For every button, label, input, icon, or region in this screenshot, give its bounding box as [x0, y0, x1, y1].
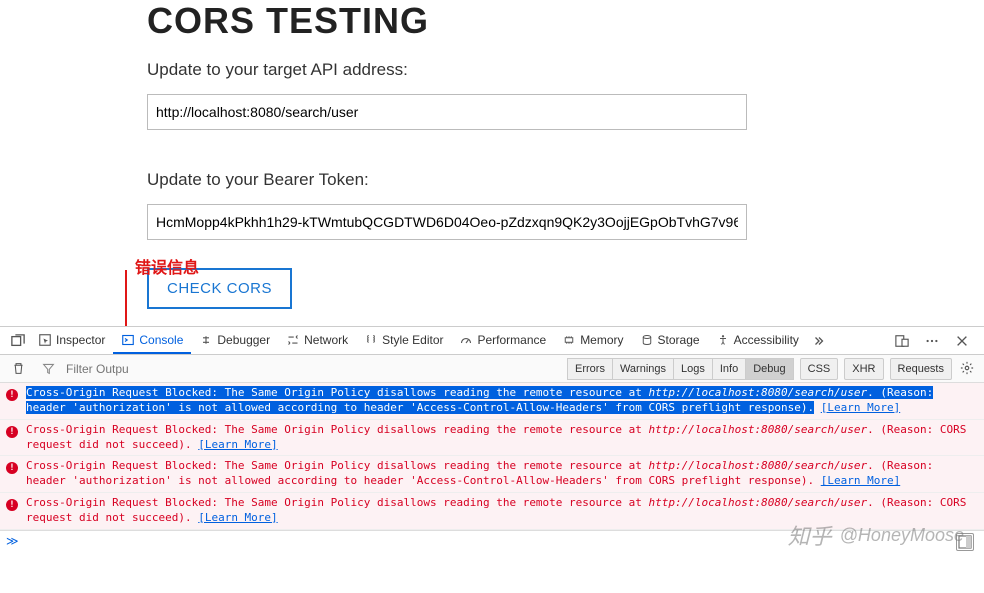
- learn-more-link[interactable]: [Learn More]: [821, 401, 900, 414]
- learn-more-link[interactable]: [Learn More]: [198, 438, 277, 451]
- api-address-label: Update to your target API address:: [147, 60, 984, 80]
- more-icon[interactable]: [924, 333, 940, 349]
- tab-style-label: Style Editor: [382, 333, 443, 347]
- tab-performance[interactable]: Performance: [451, 327, 554, 354]
- tab-style-editor[interactable]: Style Editor: [356, 327, 451, 354]
- network-icon: [286, 333, 300, 347]
- console-error-row[interactable]: ! Cross-Origin Request Blocked: The Same …: [0, 493, 984, 530]
- memory-icon: [562, 333, 576, 347]
- tab-accessibility[interactable]: Accessibility: [708, 327, 807, 354]
- sidebar-toggle-icon[interactable]: [956, 533, 974, 551]
- devtools-panel: Inspector Console Debugger Network Style…: [0, 326, 984, 593]
- filter-logs-button[interactable]: Logs: [673, 358, 713, 380]
- tab-inspector-label: Inspector: [56, 333, 105, 347]
- filter-debug-button[interactable]: Debug: [745, 358, 793, 380]
- error-icon: !: [6, 497, 20, 511]
- console-input-row[interactable]: ≫: [0, 530, 984, 552]
- close-icon[interactable]: [954, 333, 970, 349]
- performance-icon: [459, 333, 473, 347]
- tab-network[interactable]: Network: [278, 327, 356, 354]
- tab-memory[interactable]: Memory: [554, 327, 631, 354]
- inspector-icon: [38, 333, 52, 347]
- style-icon: [364, 333, 378, 347]
- tab-performance-label: Performance: [477, 333, 546, 347]
- error-icon: !: [6, 424, 20, 438]
- tab-accessibility-label: Accessibility: [734, 333, 799, 347]
- learn-more-link[interactable]: [Learn More]: [821, 474, 900, 487]
- trash-icon[interactable]: [10, 361, 26, 377]
- gear-icon[interactable]: [960, 361, 976, 377]
- annotation-label: 错误信息: [135, 254, 199, 278]
- tab-console-label: Console: [139, 333, 183, 347]
- bearer-token-label: Update to your Bearer Token:: [147, 170, 984, 190]
- tab-network-label: Network: [304, 333, 348, 347]
- filter-xhr-button[interactable]: XHR: [844, 358, 883, 380]
- tab-debugger[interactable]: Debugger: [191, 327, 278, 354]
- tab-storage[interactable]: Storage: [632, 327, 708, 354]
- tab-inspector[interactable]: Inspector: [30, 327, 113, 354]
- console-error-row[interactable]: ! Cross-Origin Request Blocked: The Same …: [0, 383, 984, 420]
- console-message-text: Cross-Origin Request Blocked: The Same O…: [26, 423, 978, 453]
- console-message-text: Cross-Origin Request Blocked: The Same O…: [26, 386, 978, 416]
- console-message-text: Cross-Origin Request Blocked: The Same O…: [26, 496, 978, 526]
- tab-storage-label: Storage: [658, 333, 700, 347]
- filter-errors-button[interactable]: Errors: [567, 358, 613, 380]
- api-address-input[interactable]: [147, 94, 747, 130]
- tab-memory-label: Memory: [580, 333, 623, 347]
- overflow-icon[interactable]: [811, 333, 827, 349]
- page-title: CORS TESTING: [147, 0, 984, 42]
- storage-icon: [640, 333, 654, 347]
- funnel-icon: [40, 361, 56, 377]
- console-icon: [121, 333, 135, 347]
- filter-requests-button[interactable]: Requests: [890, 358, 952, 380]
- filter-css-button[interactable]: CSS: [800, 358, 839, 380]
- error-icon: !: [6, 387, 20, 401]
- filter-warnings-button[interactable]: Warnings: [612, 358, 674, 380]
- bearer-token-input[interactable]: [147, 204, 747, 240]
- error-icon: !: [6, 460, 20, 474]
- dock-popout-icon[interactable]: [10, 333, 26, 349]
- debugger-icon: [199, 333, 213, 347]
- console-filterbar: Errors Warnings Logs Info Debug CSS XHR …: [0, 355, 984, 383]
- console-output: ! Cross-Origin Request Blocked: The Same …: [0, 383, 984, 530]
- console-filter-input[interactable]: [66, 362, 146, 376]
- console-error-row[interactable]: ! Cross-Origin Request Blocked: The Same …: [0, 456, 984, 493]
- tab-console[interactable]: Console: [113, 327, 191, 354]
- console-prompt-icon: ≫: [6, 534, 19, 548]
- filter-info-button[interactable]: Info: [712, 358, 746, 380]
- devtools-tabs: Inspector Console Debugger Network Style…: [0, 327, 984, 355]
- learn-more-link[interactable]: [Learn More]: [198, 511, 277, 524]
- responsive-mode-icon[interactable]: [894, 333, 910, 349]
- accessibility-icon: [716, 333, 730, 347]
- tab-debugger-label: Debugger: [217, 333, 270, 347]
- console-message-text: Cross-Origin Request Blocked: The Same O…: [26, 459, 978, 489]
- console-error-row[interactable]: ! Cross-Origin Request Blocked: The Same …: [0, 420, 984, 457]
